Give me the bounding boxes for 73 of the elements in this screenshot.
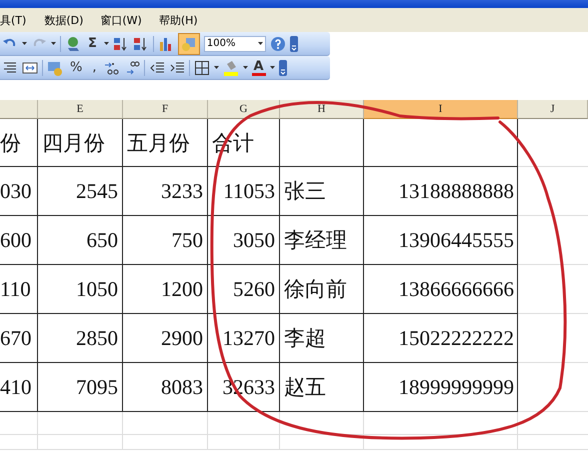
table-cell: 2900 [123,314,208,363]
table-cell: 五月份 [123,119,208,167]
menu-item[interactable]: 窗口(W) [100,12,142,28]
table-cell: 15022222222 [364,314,518,363]
borders-icon[interactable] [194,60,210,76]
help-icon[interactable] [270,36,286,52]
caret-icon[interactable] [104,42,109,45]
align-right-icon[interactable] [2,60,18,76]
comma-button[interactable]: , [89,60,100,75]
sort-descending-icon[interactable] [132,36,149,52]
table-cell: 3050 [208,216,280,265]
empty-cell [0,412,38,435]
bar-chart-icon[interactable] [158,36,174,52]
table-cell: 李经理 [280,216,364,265]
table-cell: 18999999999 [364,363,518,412]
sum-button[interactable]: Σ [85,36,100,51]
table-cell: 13866666666 [364,265,518,314]
menu-item[interactable]: 数据(D) [44,12,84,28]
table-cell: 8083 [123,363,208,412]
caret-icon[interactable] [242,66,248,69]
table-cell: 13906445555 [364,216,518,265]
drawing-toggle-button[interactable] [178,32,200,54]
table-cell: 四月份 [38,119,123,167]
table-cell: 670 [0,314,38,363]
toolbar-options-icon[interactable] [290,36,298,52]
table-cell: 7095 [38,363,123,412]
fill-color-icon[interactable] [222,60,238,76]
table-cell: 750 [123,216,208,265]
empty-cell [208,412,280,435]
table-cell: 410 [0,363,38,412]
column-header[interactable]: G [208,100,280,119]
table-cell: 3233 [123,167,208,216]
table-cell: 赵五 [280,363,364,412]
table-cell: 13270 [208,314,280,363]
toolbar-options-icon[interactable] [278,60,287,76]
empty-cell [208,435,280,450]
empty-cell [0,435,38,450]
zoom-dropdown[interactable]: 100% [204,36,266,52]
column-header[interactable]: E [38,100,123,119]
table-cell: 1200 [123,265,208,314]
table-cell: 5260 [208,265,280,314]
table-cell: 650 [38,216,123,265]
caret-icon[interactable] [214,66,218,69]
table-cell: 1050 [38,265,123,314]
table-cell: 徐向前 [280,265,364,314]
menu-item[interactable]: 帮助(H) [158,12,198,28]
font-color-button[interactable]: A [252,60,266,76]
menu-item[interactable]: 具(T) [0,12,26,28]
table-cell: 李超 [280,314,364,363]
table-cell: 张三 [280,167,364,216]
caret-icon[interactable] [270,66,275,69]
table-cell: 030 [0,167,38,216]
sort-ascending-icon[interactable] [112,36,129,52]
shapes-icon [180,36,197,52]
increase-decimal-icon[interactable] [104,60,120,76]
merge-center-icon[interactable] [22,60,38,76]
column-header[interactable] [0,100,38,119]
column-header[interactable]: F [123,100,208,119]
caret-icon [258,42,263,45]
table-cell: 13188888888 [364,167,518,216]
increase-indent-icon[interactable] [168,60,184,76]
table-cell: 2850 [38,314,123,363]
globe-icon[interactable] [65,36,81,52]
table-cell: 2545 [38,167,123,216]
table-cell: 110 [0,265,38,314]
decrease-indent-icon[interactable] [148,60,164,76]
percent-button[interactable]: % [67,60,86,75]
table-cell: 份 [0,119,38,167]
caret-icon[interactable] [51,42,56,45]
table-cell: 600 [0,216,38,265]
caret-icon[interactable] [22,42,27,45]
column-header[interactable]: J [518,100,588,119]
table-cell: 11053 [208,167,280,216]
